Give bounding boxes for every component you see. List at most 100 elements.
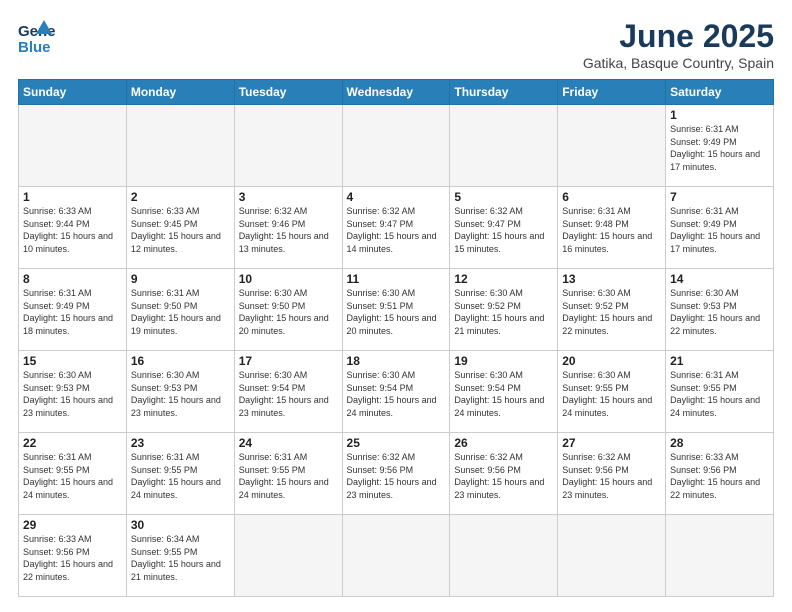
title-area: June 2025 Gatika, Basque Country, Spain	[583, 18, 774, 71]
day-info: Sunrise: 6:32 AMSunset: 9:56 PMDaylight:…	[562, 451, 661, 501]
calendar-cell: 15Sunrise: 6:30 AMSunset: 9:53 PMDayligh…	[19, 351, 127, 433]
day-number: 27	[562, 436, 661, 450]
day-number: 24	[239, 436, 338, 450]
calendar-cell	[126, 105, 234, 187]
day-number: 2	[131, 190, 230, 204]
day-number: 26	[454, 436, 553, 450]
day-info: Sunrise: 6:31 AMSunset: 9:49 PMDaylight:…	[23, 287, 122, 337]
calendar-cell: 23Sunrise: 6:31 AMSunset: 9:55 PMDayligh…	[126, 433, 234, 515]
calendar-cell: 7Sunrise: 6:31 AMSunset: 9:49 PMDaylight…	[666, 187, 774, 269]
calendar-body: 1 Sunrise: 6:31 AMSunset: 9:49 PMDaylight…	[19, 105, 774, 597]
calendar-cell: 19Sunrise: 6:30 AMSunset: 9:54 PMDayligh…	[450, 351, 558, 433]
calendar-cell	[234, 105, 342, 187]
day-info: Sunrise: 6:32 AMSunset: 9:47 PMDaylight:…	[454, 205, 553, 255]
day-info: Sunrise: 6:31 AMSunset: 9:49 PMDaylight:…	[670, 205, 769, 255]
day-number: 6	[562, 190, 661, 204]
calendar-cell	[558, 105, 666, 187]
weekday-header-thursday: Thursday	[450, 80, 558, 105]
day-number: 7	[670, 190, 769, 204]
day-info: Sunrise: 6:32 AMSunset: 9:46 PMDaylight:…	[239, 205, 338, 255]
calendar-cell: 24Sunrise: 6:31 AMSunset: 9:55 PMDayligh…	[234, 433, 342, 515]
calendar-cell: 29Sunrise: 6:33 AMSunset: 9:56 PMDayligh…	[19, 515, 127, 597]
calendar-cell: 14Sunrise: 6:30 AMSunset: 9:53 PMDayligh…	[666, 269, 774, 351]
day-number: 3	[239, 190, 338, 204]
calendar-cell: 4Sunrise: 6:32 AMSunset: 9:47 PMDaylight…	[342, 187, 450, 269]
main-title: June 2025	[583, 18, 774, 55]
calendar-week-5: 29Sunrise: 6:33 AMSunset: 9:56 PMDayligh…	[19, 515, 774, 597]
calendar-table: SundayMondayTuesdayWednesdayThursdayFrid…	[18, 79, 774, 597]
calendar-cell: 28Sunrise: 6:33 AMSunset: 9:56 PMDayligh…	[666, 433, 774, 515]
calendar-cell: 2Sunrise: 6:33 AMSunset: 9:45 PMDaylight…	[126, 187, 234, 269]
calendar-cell: 18Sunrise: 6:30 AMSunset: 9:54 PMDayligh…	[342, 351, 450, 433]
logo: General Blue	[18, 18, 56, 61]
day-info: Sunrise: 6:30 AMSunset: 9:54 PMDaylight:…	[347, 369, 446, 419]
calendar-cell	[342, 105, 450, 187]
day-number: 18	[347, 354, 446, 368]
day-info: Sunrise: 6:30 AMSunset: 9:53 PMDaylight:…	[131, 369, 230, 419]
calendar-cell: 20Sunrise: 6:30 AMSunset: 9:55 PMDayligh…	[558, 351, 666, 433]
calendar-week-2: 8Sunrise: 6:31 AMSunset: 9:49 PMDaylight…	[19, 269, 774, 351]
day-info: Sunrise: 6:31 AMSunset: 9:48 PMDaylight:…	[562, 205, 661, 255]
calendar-week-1: 1Sunrise: 6:33 AMSunset: 9:44 PMDaylight…	[19, 187, 774, 269]
calendar-cell	[342, 515, 450, 597]
calendar-cell: 16Sunrise: 6:30 AMSunset: 9:53 PMDayligh…	[126, 351, 234, 433]
calendar-cell: 3Sunrise: 6:32 AMSunset: 9:46 PMDaylight…	[234, 187, 342, 269]
calendar-cell	[234, 515, 342, 597]
calendar-week-3: 15Sunrise: 6:30 AMSunset: 9:53 PMDayligh…	[19, 351, 774, 433]
day-number: 23	[131, 436, 230, 450]
day-number: 1	[23, 190, 122, 204]
weekday-header-monday: Monday	[126, 80, 234, 105]
calendar-cell: 6Sunrise: 6:31 AMSunset: 9:48 PMDaylight…	[558, 187, 666, 269]
day-number: 8	[23, 272, 122, 286]
calendar-cell	[450, 515, 558, 597]
day-info: Sunrise: 6:31 AMSunset: 9:55 PMDaylight:…	[670, 369, 769, 419]
calendar-cell: 9Sunrise: 6:31 AMSunset: 9:50 PMDaylight…	[126, 269, 234, 351]
calendar-cell: 5Sunrise: 6:32 AMSunset: 9:47 PMDaylight…	[450, 187, 558, 269]
day-info: Sunrise: 6:33 AMSunset: 9:44 PMDaylight:…	[23, 205, 122, 255]
day-number: 20	[562, 354, 661, 368]
logo-icon: General Blue	[18, 18, 56, 56]
calendar-week-4: 22Sunrise: 6:31 AMSunset: 9:55 PMDayligh…	[19, 433, 774, 515]
day-info: Sunrise: 6:32 AMSunset: 9:56 PMDaylight:…	[347, 451, 446, 501]
calendar-cell: 26Sunrise: 6:32 AMSunset: 9:56 PMDayligh…	[450, 433, 558, 515]
svg-text:Blue: Blue	[18, 39, 51, 56]
day-info: Sunrise: 6:31 AMSunset: 9:55 PMDaylight:…	[23, 451, 122, 501]
calendar-cell: 13Sunrise: 6:30 AMSunset: 9:52 PMDayligh…	[558, 269, 666, 351]
day-info: Sunrise: 6:31 AMSunset: 9:55 PMDaylight:…	[239, 451, 338, 501]
day-info: Sunrise: 6:32 AMSunset: 9:47 PMDaylight:…	[347, 205, 446, 255]
calendar-cell: 12Sunrise: 6:30 AMSunset: 9:52 PMDayligh…	[450, 269, 558, 351]
day-number: 28	[670, 436, 769, 450]
day-number: 29	[23, 518, 122, 532]
calendar-header: SundayMondayTuesdayWednesdayThursdayFrid…	[19, 80, 774, 105]
day-info: Sunrise: 6:31 AMSunset: 9:50 PMDaylight:…	[131, 287, 230, 337]
weekday-header-friday: Friday	[558, 80, 666, 105]
day-number: 16	[131, 354, 230, 368]
day-number: 10	[239, 272, 338, 286]
calendar-cell	[558, 515, 666, 597]
weekday-header-wednesday: Wednesday	[342, 80, 450, 105]
calendar-cell: 27Sunrise: 6:32 AMSunset: 9:56 PMDayligh…	[558, 433, 666, 515]
day-info: Sunrise: 6:30 AMSunset: 9:50 PMDaylight:…	[239, 287, 338, 337]
page: General Blue June 2025 Gatika, Basque Co…	[0, 0, 792, 612]
day-info: Sunrise: 6:30 AMSunset: 9:55 PMDaylight:…	[562, 369, 661, 419]
calendar-cell: 1Sunrise: 6:31 AMSunset: 9:49 PMDaylight…	[666, 105, 774, 187]
calendar-cell: 1Sunrise: 6:33 AMSunset: 9:44 PMDaylight…	[19, 187, 127, 269]
calendar-cell: 10Sunrise: 6:30 AMSunset: 9:50 PMDayligh…	[234, 269, 342, 351]
day-number: 11	[347, 272, 446, 286]
day-info: Sunrise: 6:34 AMSunset: 9:55 PMDaylight:…	[131, 533, 230, 583]
day-info: Sunrise: 6:33 AMSunset: 9:56 PMDaylight:…	[670, 451, 769, 501]
day-info: Sunrise: 6:33 AMSunset: 9:56 PMDaylight:…	[23, 533, 122, 583]
calendar-cell	[666, 515, 774, 597]
day-info: Sunrise: 6:30 AMSunset: 9:53 PMDaylight:…	[670, 287, 769, 337]
day-number: 13	[562, 272, 661, 286]
day-info: Sunrise: 6:30 AMSunset: 9:53 PMDaylight:…	[23, 369, 122, 419]
calendar-week-0: 1Sunrise: 6:31 AMSunset: 9:49 PMDaylight…	[19, 105, 774, 187]
day-info: Sunrise: 6:30 AMSunset: 9:52 PMDaylight:…	[562, 287, 661, 337]
weekday-header-saturday: Saturday	[666, 80, 774, 105]
calendar-cell: 25Sunrise: 6:32 AMSunset: 9:56 PMDayligh…	[342, 433, 450, 515]
day-info: Sunrise: 6:33 AMSunset: 9:45 PMDaylight:…	[131, 205, 230, 255]
day-number: 9	[131, 272, 230, 286]
calendar-cell: 17Sunrise: 6:30 AMSunset: 9:54 PMDayligh…	[234, 351, 342, 433]
day-info: Sunrise: 6:30 AMSunset: 9:51 PMDaylight:…	[347, 287, 446, 337]
calendar-cell: 30Sunrise: 6:34 AMSunset: 9:55 PMDayligh…	[126, 515, 234, 597]
